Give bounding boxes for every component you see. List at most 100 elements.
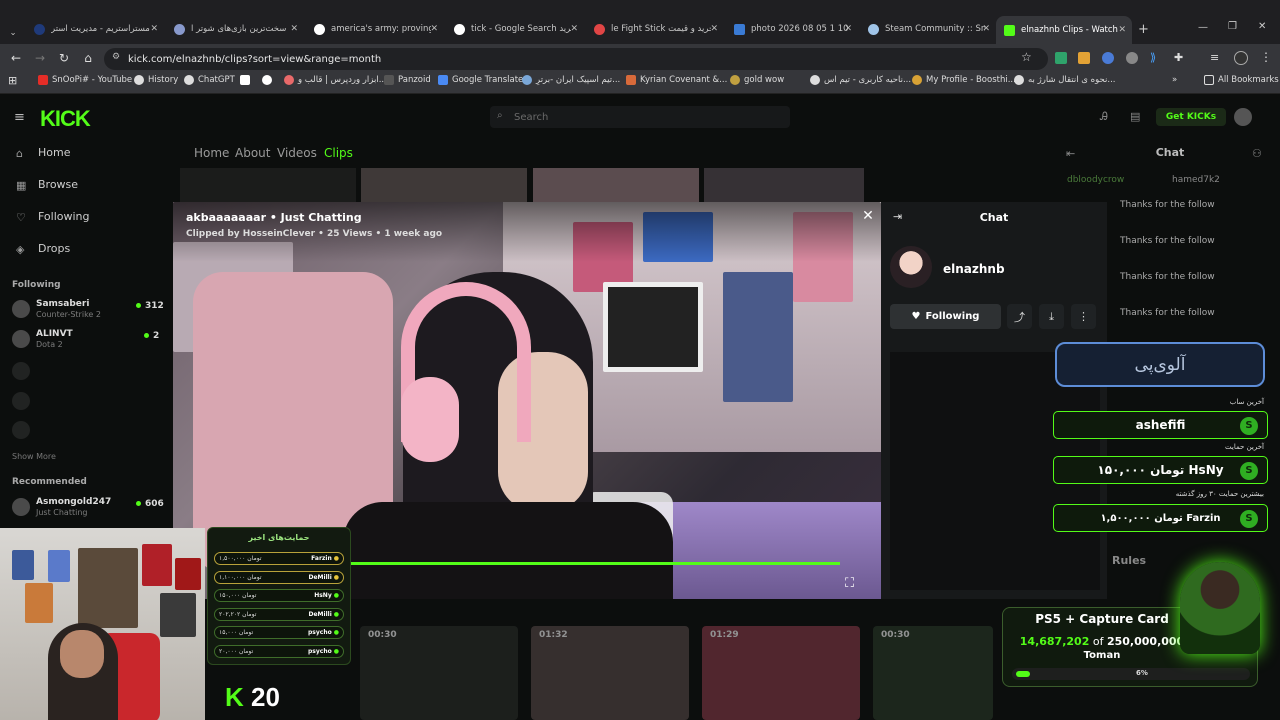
bookmark[interactable] [240, 75, 254, 85]
close-icon[interactable]: ✕ [150, 24, 158, 34]
hamburger-icon[interactable]: ≡ [14, 110, 25, 125]
all-bookmarks[interactable]: All Bookmarks [1204, 75, 1279, 85]
bookmark[interactable]: gold wow [730, 75, 784, 85]
more-icon[interactable]: ⋮ [1071, 304, 1096, 329]
followed-channel[interactable] [12, 392, 36, 410]
back-icon[interactable]: ← [8, 50, 24, 66]
bookmark[interactable]: History [134, 75, 178, 85]
new-tab-icon[interactable]: + [1138, 22, 1149, 37]
clip-thumbnail[interactable] [533, 168, 699, 202]
dashboard-icon[interactable]: ▤ [1130, 110, 1140, 123]
translate-icon[interactable]: Ꭿ [1100, 110, 1108, 124]
tab-3[interactable]: america's army: proving g ✕ [306, 16, 444, 42]
tab-clips[interactable]: Clips [324, 146, 353, 160]
close-icon[interactable]: ✕ [290, 24, 298, 34]
close-icon[interactable]: ✕ [570, 24, 578, 34]
profile-icon[interactable] [1234, 51, 1248, 65]
minimize-icon[interactable]: — [1198, 22, 1208, 33]
extension-icon[interactable] [1126, 52, 1138, 64]
bookmark[interactable]: ناحیه کاربری - تیم اس... [810, 75, 911, 85]
tab-2[interactable]: سخت‌ترین بازی‌های شوتر ا ✕ [166, 16, 304, 42]
bookmarks-overflow[interactable]: » [1172, 75, 1177, 85]
close-icon[interactable]: ✕ [861, 208, 875, 224]
bookmark[interactable]: SnOoPi# - YouTube [38, 75, 132, 85]
tab-active[interactable]: elnazhnb Clips - Watch L ✕ [996, 16, 1132, 44]
fullscreen-icon[interactable]: ⛶ [845, 576, 854, 591]
following-button[interactable]: ♥ Following [890, 304, 1001, 329]
clip-thumbnail[interactable]: 00:30 [360, 626, 518, 720]
get-kicks-button[interactable]: Get KICKs [1156, 108, 1226, 126]
maximize-icon[interactable]: ❐ [1228, 21, 1237, 32]
clip-progress-bar[interactable] [350, 562, 840, 565]
address-bar[interactable]: kick.com/elnazhnb/clips?sort=view&range=… [104, 48, 1048, 70]
star-icon[interactable]: ☆ [1021, 50, 1032, 64]
clip-thumbnail[interactable]: 01:32 [531, 626, 689, 720]
sidebar-item-browse[interactable]: ▦ Browse [16, 178, 78, 192]
avatar[interactable] [1234, 108, 1252, 126]
tab-4[interactable]: tick - Google Search خرید✕ [446, 16, 584, 42]
home-icon[interactable]: ⌂ [80, 50, 96, 66]
sidebar-item-home[interactable]: ⌂ Home [16, 146, 70, 160]
close-icon[interactable]: ✕ [430, 24, 438, 34]
tab-list-icon[interactable]: ≡ [1210, 51, 1219, 64]
followed-channel[interactable]: Samsaberi Counter-Strike 2 [12, 299, 101, 319]
clip-duration: 00:30 [881, 630, 910, 640]
bookmark[interactable]: Kyrian Covenant &... [626, 75, 727, 85]
bookmark[interactable]: تیم اسپیک ایران -برترِ... [522, 75, 620, 85]
close-icon[interactable]: ✕ [844, 24, 852, 34]
bookmark[interactable]: Google Translate [438, 75, 523, 85]
tab-6[interactable]: photo 2026 08 05 1 10 19✕ [726, 16, 858, 42]
donation-name: DeMilli [309, 574, 340, 581]
followed-channel[interactable]: ALINVT Dota 2 [12, 329, 73, 349]
bookmark[interactable] [262, 75, 276, 85]
puzzle-icon[interactable]: ✚ [1174, 51, 1183, 64]
bookmark[interactable]: My Profile - Boosthi... [912, 75, 1016, 85]
download-icon[interactable]: ⤓ [1039, 304, 1064, 329]
channel-name[interactable]: elnazhnb [943, 262, 1005, 276]
clip-thumbnail[interactable] [361, 168, 527, 202]
bookmark[interactable]: ChatGPT [184, 75, 235, 85]
extension-icon[interactable] [1102, 52, 1114, 64]
tab-home[interactable]: Home [194, 146, 229, 160]
reload-icon[interactable]: ↻ [56, 50, 72, 66]
users-icon[interactable]: ⚇ [1252, 147, 1262, 160]
bookmark[interactable]: ابزار وردپرس | قالب و... [284, 75, 387, 85]
sidebar-item-drops[interactable]: ◈ Drops [16, 242, 70, 256]
clip-thumbnail[interactable] [180, 168, 356, 202]
extension-icon[interactable]: ⟫ [1150, 51, 1156, 64]
forward-icon[interactable]: → [32, 50, 48, 66]
site-icon [1014, 75, 1024, 85]
kick-logo[interactable]: KICK [40, 106, 91, 132]
close-icon[interactable]: ✕ [1118, 25, 1126, 35]
chat-username[interactable]: dbloodycrow [1067, 175, 1124, 185]
menu-icon[interactable]: ⋮ [1260, 50, 1272, 64]
clip-thumbnail[interactable]: 01:29 [702, 626, 860, 720]
goal-percent: 6% [1136, 669, 1148, 677]
share-icon[interactable]: ⤴ [1007, 304, 1032, 329]
window-close-icon[interactable]: ✕ [1258, 21, 1266, 32]
close-icon[interactable]: ✕ [710, 24, 718, 34]
recommended-channel[interactable]: Asmongold247 Just Chatting [12, 497, 111, 517]
clip-thumbnail[interactable]: 00:30 [873, 626, 993, 720]
followed-channel[interactable] [12, 421, 36, 439]
tab-about[interactable]: About [235, 146, 270, 160]
tab-videos[interactable]: Videos [277, 146, 317, 160]
site-info-icon[interactable]: ⚙ [112, 52, 120, 62]
chat-username[interactable]: hamed7k2 [1172, 175, 1220, 185]
tab-7[interactable]: Steam Community :: SnO ✕ [860, 16, 996, 42]
avatar[interactable] [890, 246, 932, 288]
clip-thumbnail[interactable] [704, 168, 864, 202]
followed-channel[interactable] [12, 362, 36, 380]
search-input[interactable]: Search [490, 106, 790, 128]
tab-search-button[interactable]: ⌄ [4, 20, 22, 46]
apps-icon[interactable]: ⊞ [8, 74, 17, 87]
show-more-link[interactable]: Show More [12, 452, 56, 461]
bookmark[interactable]: نحوه ی انتقال شارژ به... [1014, 75, 1115, 85]
tab-5[interactable]: le Fight Stick خرید و قیمت ✕ [586, 16, 724, 42]
bookmark[interactable]: Panzoid [384, 75, 431, 85]
sidebar-item-following[interactable]: ♡ Following [16, 210, 90, 224]
extension-icon[interactable] [1078, 52, 1090, 64]
extension-icon[interactable] [1055, 52, 1067, 64]
close-icon[interactable]: ✕ [982, 24, 990, 34]
tab-1[interactable]: مستراستریم - مدیریت استر ✕ [26, 16, 164, 42]
